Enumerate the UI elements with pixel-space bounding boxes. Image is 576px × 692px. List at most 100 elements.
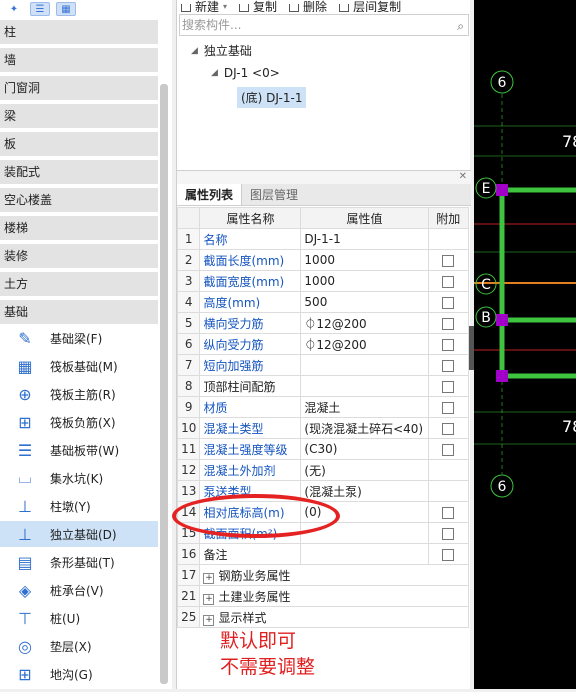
nav-scrollbar[interactable] xyxy=(160,84,168,684)
nav-item[interactable]: ⊥ 独立基础(D) xyxy=(0,521,158,547)
cad-drawing-canvas[interactable]: 6 6 78 78 E C B xyxy=(474,0,576,689)
floor-copy-button[interactable]: 层间复制 xyxy=(339,0,401,12)
property-value[interactable]: 1000 xyxy=(300,270,429,292)
column-b6[interactable] xyxy=(496,314,508,326)
table-row[interactable]: 8 顶部柱间配筋 xyxy=(176,375,470,397)
extra-checkbox[interactable] xyxy=(442,338,455,351)
table-row[interactable]: 21 + 土建业务属性 xyxy=(176,585,469,607)
extra-checkbox[interactable] xyxy=(442,422,455,435)
property-value[interactable]: (C30) xyxy=(300,438,429,460)
property-value[interactable]: ⏀12@200 xyxy=(300,333,429,355)
group-row[interactable]: + 土建业务属性 xyxy=(199,585,469,607)
property-value[interactable] xyxy=(300,354,429,376)
extra-checkbox[interactable] xyxy=(442,254,455,267)
nav-category[interactable]: 板 xyxy=(0,132,158,156)
nav-category[interactable]: 空心楼盖 xyxy=(0,188,158,212)
table-row[interactable]: 25 + 显示样式 xyxy=(176,606,469,628)
nav-category[interactable]: 装修 xyxy=(0,244,158,268)
property-value[interactable] xyxy=(300,375,429,397)
nav-category[interactable]: 土方 xyxy=(0,272,158,296)
table-row[interactable]: 4 高度(mm) 500 xyxy=(176,291,470,313)
new-button[interactable]: 新建 ▾ xyxy=(181,0,227,12)
nav-item[interactable]: ⊞ 地沟(G) xyxy=(0,661,158,687)
property-value[interactable] xyxy=(300,543,429,565)
property-value[interactable]: 混凝土 xyxy=(300,396,429,418)
group-row[interactable]: + 钢筋业务属性 xyxy=(199,564,469,586)
nav-item[interactable]: ✎ 基础梁(F) xyxy=(0,325,158,351)
extra-checkbox[interactable] xyxy=(442,401,455,414)
table-row[interactable]: 1 名称 DJ-1-1 xyxy=(176,228,470,250)
nav-category[interactable]: 门窗洞 xyxy=(0,76,158,100)
extra-checkbox[interactable] xyxy=(442,359,455,372)
tab-property-list[interactable]: 属性列表 xyxy=(177,184,243,205)
list-view-icon[interactable]: ☰ xyxy=(30,2,50,16)
group-row[interactable]: + 显示样式 xyxy=(199,606,469,628)
column-e6[interactable] xyxy=(496,184,508,196)
extra-checkbox[interactable] xyxy=(442,527,455,540)
nav-item[interactable]: ▤ 条形基础(T) xyxy=(0,549,158,575)
table-row[interactable]: 2 截面长度(mm) 1000 xyxy=(176,249,470,271)
close-icon[interactable]: ✕ xyxy=(459,171,467,182)
nav-category[interactable]: 装配式 xyxy=(0,160,158,184)
extra-checkbox[interactable] xyxy=(442,317,455,330)
property-name: 截面长度(mm) xyxy=(199,249,302,271)
table-row[interactable]: 12 混凝土外加剂 (无) xyxy=(176,459,470,481)
nav-item[interactable]: ⊥ 柱墩(Y) xyxy=(0,493,158,519)
nav-item[interactable]: ◎ 垫层(X) xyxy=(0,633,158,659)
extra-checkbox[interactable] xyxy=(442,380,455,393)
column-lower[interactable] xyxy=(496,370,508,382)
property-value[interactable]: (现浇混凝土碎石<40) xyxy=(300,417,429,439)
tree-child[interactable]: ◢ DJ-1 <0> xyxy=(211,66,280,80)
pin-icon[interactable]: ✦ xyxy=(4,2,24,16)
extra-checkbox[interactable] xyxy=(442,296,455,309)
property-value[interactable]: ⏀12@200 xyxy=(300,312,429,334)
expand-icon[interactable]: + xyxy=(203,593,215,605)
property-value[interactable]: 500 xyxy=(300,291,429,313)
grid-view-icon[interactable]: ▦ xyxy=(56,2,76,16)
nav-category[interactable]: 梁 xyxy=(0,104,158,128)
property-value[interactable]: (混凝土泵) xyxy=(300,480,429,502)
tree-root[interactable]: ◢ 独立基础 xyxy=(191,42,252,59)
nav-item[interactable]: ◈ 桩承台(V) xyxy=(0,577,158,603)
search-icon[interactable]: ⌕ xyxy=(457,16,464,36)
table-row[interactable]: 11 混凝土强度等级 (C30) xyxy=(176,438,470,460)
extra-checkbox[interactable] xyxy=(442,506,455,519)
nav-item[interactable]: ⊕ 筏板主筋(R) xyxy=(0,381,158,407)
extra-checkbox[interactable] xyxy=(442,275,455,288)
delete-button[interactable]: 删除 xyxy=(289,0,327,12)
table-row[interactable]: 3 截面宽度(mm) 1000 xyxy=(176,270,470,292)
table-row[interactable]: 10 混凝土类型 (现浇混凝土碎石<40) xyxy=(176,417,470,439)
nav-category[interactable]: 基础 xyxy=(0,300,158,324)
collapse-arrow-icon[interactable]: ◢ xyxy=(211,68,218,78)
copy-button[interactable]: 复制 xyxy=(239,0,277,12)
nav-item[interactable]: ⊞ 筏板负筋(X) xyxy=(0,409,158,435)
nav-category[interactable]: 楼梯 xyxy=(0,216,158,240)
nav-item[interactable]: ⌴ 集水坑(K) xyxy=(0,465,158,491)
property-value[interactable]: 1000 xyxy=(300,249,429,271)
tab-layer-management[interactable]: 图层管理 xyxy=(242,184,306,205)
table-row[interactable]: 9 材质 混凝土 xyxy=(176,396,470,418)
nav-category[interactable]: 柱 xyxy=(0,20,158,44)
nav-item-label: 柱墩(Y) xyxy=(50,499,91,514)
table-row[interactable]: 7 短向加强筋 xyxy=(176,354,470,376)
property-value[interactable]: (无) xyxy=(300,459,429,481)
nav-item[interactable]: ☰ 基础板带(W) xyxy=(0,437,158,463)
expand-icon[interactable]: + xyxy=(203,572,215,584)
nav-item[interactable]: ⊤ 桩(U) xyxy=(0,605,158,631)
property-value[interactable]: DJ-1-1 xyxy=(300,228,429,250)
table-row[interactable]: 5 横向受力筋 ⏀12@200 xyxy=(176,312,470,334)
tree-leaf[interactable]: (底) DJ-1-1 xyxy=(237,87,307,108)
tree-leaf-label[interactable]: (底) DJ-1-1 xyxy=(237,87,307,108)
nav-category[interactable]: 墙 xyxy=(0,48,158,72)
table-row[interactable]: 6 纵向受力筋 ⏀12@200 xyxy=(176,333,470,355)
expand-icon[interactable]: + xyxy=(203,614,215,626)
search-input[interactable]: 搜索构件... ⌕ xyxy=(179,14,469,36)
row-index: 5 xyxy=(176,312,201,334)
table-row[interactable]: 17 + 钢筋业务属性 xyxy=(176,564,469,586)
extra-checkbox[interactable] xyxy=(442,548,455,561)
table-row[interactable]: 16 备注 xyxy=(176,543,470,565)
nav-item[interactable]: ▦ 筏板基础(M) xyxy=(0,353,158,379)
collapse-arrow-icon[interactable]: ◢ xyxy=(191,46,198,56)
panel-splitter[interactable]: ✕ xyxy=(177,170,471,184)
extra-checkbox[interactable] xyxy=(442,443,455,456)
